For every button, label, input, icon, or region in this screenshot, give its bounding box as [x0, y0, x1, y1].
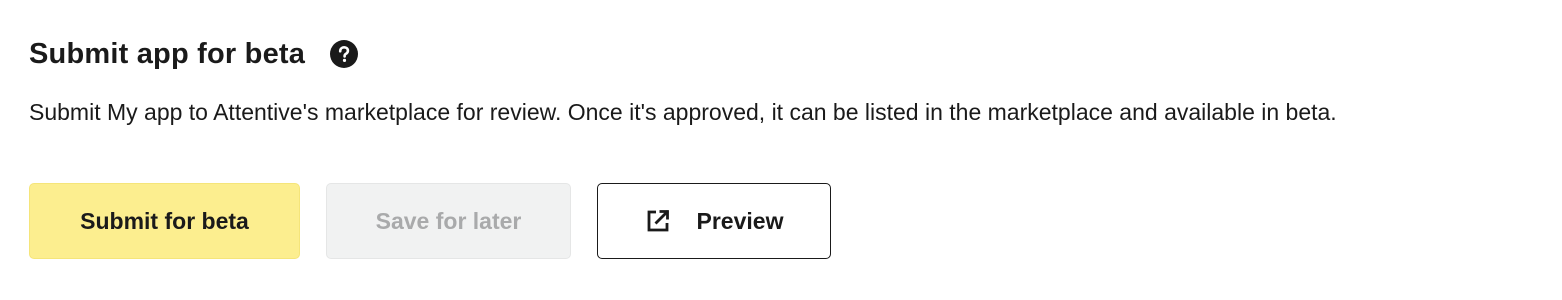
description-text: Submit My app to Attentive's marketplace…: [29, 99, 1337, 125]
action-buttons: Submit for beta Save for later Preview: [29, 183, 831, 259]
question-mark-icon: [338, 45, 350, 62]
title-row: Submit app for beta: [29, 34, 359, 74]
preview-button-label: Preview: [696, 207, 784, 234]
external-link-icon: [645, 208, 671, 234]
page-title: Submit app for beta: [29, 37, 306, 70]
preview-button[interactable]: Preview: [597, 183, 831, 259]
submit-for-beta-button[interactable]: Submit for beta: [29, 183, 300, 259]
help-icon[interactable]: [330, 40, 359, 68]
save-for-later-button[interactable]: Save for later: [326, 183, 571, 259]
submit-beta-panel: Submit app for beta Submit My app to Att…: [0, 0, 1562, 300]
